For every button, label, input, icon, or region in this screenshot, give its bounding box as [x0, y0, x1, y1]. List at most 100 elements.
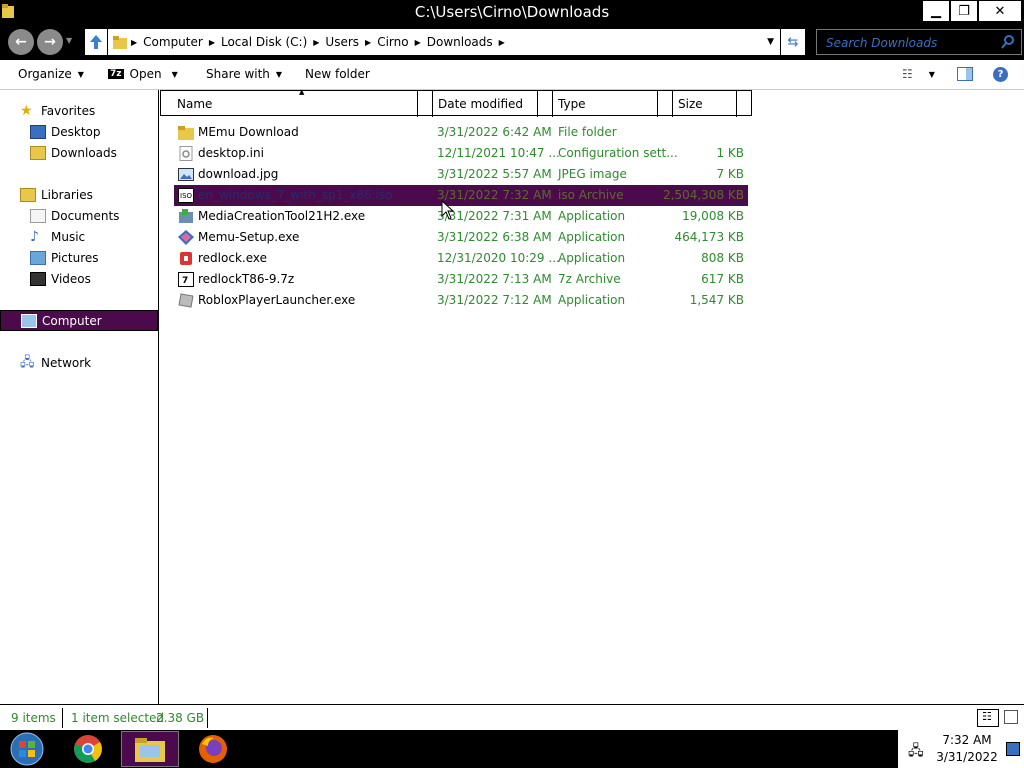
column-divider[interactable]: [672, 91, 673, 117]
breadcrumb-separator[interactable]: ▶: [209, 38, 215, 47]
nav-label: Network: [41, 355, 92, 370]
search-icon: [1001, 35, 1014, 49]
libraries-icon: [20, 187, 36, 202]
preview-pane-icon: [957, 67, 973, 81]
file-row[interactable]: MediaCreationTool21H2.exe 3/31/2022 7:31…: [174, 206, 748, 227]
back-button[interactable]: ←: [8, 29, 34, 55]
breadcrumb-separator[interactable]: ▶: [365, 38, 371, 47]
svg-text:7: 7: [182, 276, 188, 286]
breadcrumb-separator[interactable]: ▶: [415, 38, 421, 47]
start-button[interactable]: [3, 731, 51, 767]
nav-favorites[interactable]: ★ Favorites: [0, 100, 158, 121]
new-folder-button[interactable]: New folder: [305, 67, 370, 81]
chevron-down-icon: ▼: [171, 69, 178, 79]
file-row[interactable]: Memu-Setup.exe 3/31/2022 6:38 AM Applica…: [174, 227, 748, 248]
details-view-button[interactable]: ☷: [977, 709, 999, 727]
taskbar-explorer[interactable]: [121, 731, 179, 767]
nav-videos[interactable]: Videos: [0, 268, 158, 289]
search-placeholder: Search Downloads: [826, 36, 938, 50]
restore-button[interactable]: ❐: [950, 0, 978, 22]
nav-computer[interactable]: Computer: [0, 310, 158, 331]
memu-icon: [178, 230, 194, 245]
column-date-modified[interactable]: Date modified: [438, 97, 523, 111]
preview-pane-button[interactable]: [957, 67, 973, 81]
minimize-button[interactable]: ▁: [922, 0, 950, 22]
column-divider[interactable]: [417, 91, 418, 117]
nav-label: Desktop: [51, 124, 101, 139]
file-type: iso Archive: [558, 188, 624, 202]
address-bar[interactable]: ▶ Computer ▶ Local Disk (C:) ▶ Users ▶ C…: [108, 29, 780, 55]
column-divider[interactable]: [432, 91, 433, 117]
file-size: 617 KB: [701, 272, 744, 286]
windows-start-orb-icon: [10, 732, 44, 766]
navigation-pane: ★ Favorites Desktop Downloads Libraries …: [0, 90, 159, 704]
file-row[interactable]: 7 redlockT86-9.7z 3/31/2022 7:13 AM 7z A…: [174, 269, 748, 290]
show-desktop-button[interactable]: [1006, 742, 1020, 756]
nav-downloads[interactable]: Downloads: [0, 142, 158, 163]
taskbar-chrome[interactable]: [64, 731, 112, 767]
column-size[interactable]: Size: [678, 97, 703, 111]
organize-label: Organize: [18, 67, 72, 81]
up-button[interactable]: [85, 29, 107, 55]
file-name: MediaCreationTool21H2.exe: [198, 209, 366, 223]
documents-icon: [30, 208, 46, 223]
column-name[interactable]: Name: [177, 97, 212, 111]
file-row[interactable]: MEmu Download 3/31/2022 6:42 AM File fol…: [174, 122, 748, 143]
share-with-button[interactable]: Share with ▼: [206, 67, 282, 81]
breadcrumb-downloads[interactable]: Downloads: [427, 35, 493, 49]
column-divider[interactable]: [537, 91, 538, 117]
refresh-icon: ⇆: [787, 34, 799, 50]
clock-date[interactable]: 3/31/2022: [932, 750, 1002, 764]
file-row[interactable]: redlock.exe 12/31/2020 10:29 ... Applica…: [174, 248, 748, 269]
column-type[interactable]: Type: [558, 97, 586, 111]
star-icon: ★: [20, 102, 33, 119]
nav-pictures[interactable]: Pictures: [0, 247, 158, 268]
close-button[interactable]: ✕: [978, 0, 1022, 22]
refresh-button[interactable]: ⇆: [781, 29, 805, 55]
file-date: 12/31/2020 10:29 ...: [437, 251, 560, 265]
file-date: 3/31/2022 6:42 AM: [437, 125, 552, 139]
network-status-icon[interactable]: 🖧: [908, 740, 924, 764]
file-row[interactable]: download.jpg 3/31/2022 5:57 AM JPEG imag…: [174, 164, 748, 185]
nav-network[interactable]: 🖧 Network: [0, 352, 158, 373]
breadcrumb-separator[interactable]: ▶: [131, 38, 137, 47]
column-divider[interactable]: [657, 91, 658, 117]
network-icon: 🖧: [20, 354, 35, 370]
breadcrumb-cirno[interactable]: Cirno: [377, 35, 408, 49]
search-input[interactable]: Search Downloads: [816, 29, 1022, 55]
forward-button[interactable]: →: [37, 29, 63, 55]
nav-music[interactable]: ♪ Music: [0, 226, 158, 247]
forward-arrow-icon: →: [44, 34, 56, 50]
large-icons-view-button[interactable]: [1004, 710, 1018, 724]
help-icon: ?: [993, 67, 1008, 82]
open-button[interactable]: 7z Open ▼: [108, 67, 178, 81]
breadcrumb-computer[interactable]: Computer: [143, 35, 203, 49]
system-tray: 🖧 7:32 AM 3/31/2022: [898, 730, 1024, 768]
help-button[interactable]: ?: [993, 67, 1008, 82]
file-size: 1,547 KB: [689, 293, 744, 307]
recent-pages-dropdown[interactable]: ▼: [66, 36, 72, 45]
selected-count: 1 item selected: [71, 711, 165, 725]
firefox-icon: [199, 735, 227, 763]
file-name: desktop.ini: [198, 146, 264, 160]
clock-time[interactable]: 7:32 AM: [932, 733, 1002, 747]
nav-documents[interactable]: Documents: [0, 205, 158, 226]
file-size: 1 KB: [716, 146, 744, 160]
breadcrumb-separator[interactable]: ▶: [313, 38, 319, 47]
file-type: Application: [558, 293, 626, 307]
nav-libraries[interactable]: Libraries: [0, 184, 158, 205]
column-divider[interactable]: [552, 91, 553, 117]
taskbar-firefox[interactable]: [189, 731, 237, 767]
breadcrumb-separator[interactable]: ▶: [499, 38, 505, 47]
breadcrumb-local-disk[interactable]: Local Disk (C:): [221, 35, 307, 49]
organize-button[interactable]: Organize ▼: [18, 67, 84, 81]
file-row[interactable]: RobloxPlayerLauncher.exe 3/31/2022 7:12 …: [174, 290, 748, 311]
change-view-button[interactable]: ☷ ▼: [902, 67, 935, 81]
file-type: Configuration sett...: [558, 146, 678, 160]
file-row[interactable]: ISO en_windows_7_with_sp1_x86.iso 3/31/2…: [174, 185, 748, 206]
nav-desktop[interactable]: Desktop: [0, 121, 158, 142]
breadcrumb-users[interactable]: Users: [325, 35, 359, 49]
file-row[interactable]: desktop.ini 12/11/2021 10:47 ... Configu…: [174, 143, 748, 164]
column-divider[interactable]: [736, 91, 737, 117]
address-history-dropdown[interactable]: ▼: [767, 37, 774, 47]
